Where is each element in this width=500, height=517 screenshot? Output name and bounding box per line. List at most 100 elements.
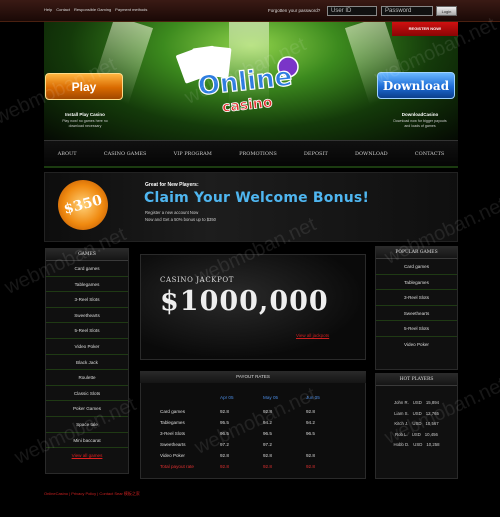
play-button[interactable]: Play — [45, 73, 123, 100]
player-currency: USD — [413, 442, 423, 447]
payout-cell: 92.8 — [263, 409, 272, 414]
popular-games-item[interactable]: 5-Reel Slots — [376, 321, 457, 337]
games-item[interactable]: Space tale — [46, 417, 128, 433]
games-panel-title: GAMES — [46, 249, 128, 261]
popular-games-item[interactable]: Card games — [376, 259, 457, 275]
payout-row: Tablegames 95.5 94.2 94.2 — [160, 418, 350, 428]
payout-cell: Tablegames — [160, 420, 185, 425]
footer-links[interactable]: OnlineCasino | Privacy Policy | Contact … — [44, 491, 140, 497]
hot-players-panel: HOT PLAYERS John R. USD 15,894 Liam S. U… — [375, 373, 458, 479]
player-amount: 12,765 — [425, 410, 439, 416]
popular-games-title: POPULAR GAMES — [376, 247, 457, 259]
payout-cell: Video Poker — [160, 453, 185, 458]
nav-casino-games[interactable]: CASINO GAMES — [104, 151, 147, 157]
popular-games-item[interactable]: Video Poker — [376, 337, 457, 353]
games-item[interactable]: Classic Slots — [46, 386, 128, 402]
payout-header-cell: Jun 05 — [306, 395, 320, 400]
popular-games-panel: POPULAR GAMES Card games Tablegames 3-Re… — [375, 246, 458, 370]
top-links: Help Contact Responsible Gaming Payment … — [44, 7, 147, 12]
player-name: Liam S. — [394, 410, 409, 416]
main-nav: ABOUT CASINO GAMES VIP PROGRAM PROMOTION… — [44, 140, 458, 168]
payout-cell: 3-Reel Slots — [160, 431, 186, 436]
player-amount: 10,456 — [424, 431, 438, 437]
user-id-input[interactable]: User ID — [327, 6, 377, 16]
games-item[interactable]: Roulette — [46, 370, 128, 386]
download-button[interactable]: Download — [377, 72, 455, 99]
hot-player-row: Rob L. USD 10,456 — [376, 430, 457, 441]
payout-cell: Card games — [160, 409, 186, 414]
promo-line: Register a new account Now — [145, 210, 199, 215]
player-name: Hobb D. — [393, 442, 410, 447]
payout-cell: Sweethearts — [160, 442, 186, 447]
hot-player-row: John R. USD 15,894 — [376, 398, 457, 409]
payout-cell: 92.8 — [220, 464, 229, 469]
payout-header-cell: Apr 05 — [220, 395, 234, 400]
payout-cell: 92.8 — [220, 453, 229, 458]
games-panel: GAMES Card games Tablegames 3-Reel Slots… — [45, 248, 129, 474]
payout-header-row: Apr 05 May 05 Jun 05 — [160, 393, 350, 403]
popular-games-item[interactable]: Sweethearts — [376, 306, 457, 322]
help-link[interactable]: Help — [44, 7, 52, 12]
install-text: Play now! no games here no download nece… — [62, 119, 108, 128]
view-all-games-link[interactable]: View all games — [46, 448, 128, 464]
games-item[interactable]: Mini baccarat — [46, 433, 128, 449]
payout-row: Sweethearts 97.2 97.2 — [160, 440, 350, 450]
player-currency: USD — [411, 431, 421, 437]
payment-methods-link[interactable]: Payment methods — [115, 7, 147, 12]
payout-rates-title: PAYOUT RATES — [140, 371, 366, 383]
download-title: DownloadCasino — [401, 112, 439, 117]
payout-cell: 92.8 — [306, 464, 315, 469]
payout-cell: 92.8 — [306, 409, 315, 414]
games-item[interactable]: Black Jack — [46, 355, 128, 371]
payout-row: Card games 92.8 92.8 92.8 — [160, 407, 350, 417]
contact-link[interactable]: Contact — [56, 7, 70, 12]
games-item[interactable]: Card games — [46, 261, 128, 277]
nav-about[interactable]: ABOUT — [58, 151, 77, 157]
games-item[interactable]: Video Poker — [46, 339, 128, 355]
player-currency: USD — [412, 421, 422, 426]
forgot-password-link[interactable]: Forgotten your password? — [268, 8, 320, 13]
payout-cell: 92.8 — [263, 464, 272, 469]
payout-header-cell: May 05 — [263, 395, 279, 400]
payout-cell: 97.2 — [263, 442, 272, 447]
games-item[interactable]: Poker Games — [46, 401, 128, 417]
online-casino-logo: Online casino — [176, 45, 299, 115]
payout-cell: 94.2 — [306, 420, 315, 425]
payout-cell: 96.5 — [263, 431, 272, 436]
nav-download[interactable]: DOWNLOAD — [355, 151, 388, 157]
payout-row: 3-Reel Slots 96.5 96.5 96.5 — [160, 429, 350, 439]
password-input[interactable]: Password — [381, 6, 433, 16]
games-item[interactable]: 3-Reel Slots — [46, 292, 128, 308]
register-now-button[interactable]: REGISTER NOW! — [392, 22, 458, 36]
popular-games-item[interactable]: Tablegames — [376, 275, 457, 291]
games-item[interactable]: 5-Reel Slots — [46, 323, 128, 339]
nav-contacts[interactable]: CONTACTS — [415, 151, 445, 157]
nav-deposit[interactable]: DEPOSIT — [304, 151, 328, 157]
payout-cell: Total payout rate — [160, 464, 194, 469]
player-currency: USD — [412, 410, 422, 416]
hot-player-row: Liam S. USD 12,765 — [376, 409, 457, 420]
player-currency: USD — [412, 400, 422, 405]
jackpot-label: CASINO JACKPOT — [160, 276, 235, 284]
nav-promotions[interactable]: PROMOTIONS — [239, 151, 277, 157]
popular-games-item[interactable]: 3-Reel Slots — [376, 290, 457, 306]
payout-total-row: Total payout rate 92.8 92.8 92.8 — [160, 462, 350, 472]
games-item[interactable]: Sweethearts — [46, 308, 128, 324]
payout-cell: 97.2 — [220, 442, 229, 447]
payout-cell: 92.8 — [306, 453, 315, 458]
download-text: Download now for bigger payouts and load… — [393, 119, 447, 128]
payout-cell: 92.8 — [263, 453, 272, 458]
games-item[interactable]: Tablegames — [46, 277, 128, 293]
view-jackpots-link[interactable]: View all jackpots — [296, 333, 329, 338]
payout-cell: 94.2 — [263, 420, 272, 425]
install-title: Install Play Casino — [65, 112, 105, 117]
payout-cell: 96.5 — [220, 431, 229, 436]
payout-cell: 92.8 — [220, 409, 229, 414]
player-amount: 15,894 — [425, 400, 440, 405]
promo-line: Now and Get a 50% bonus up to $350 — [145, 217, 217, 222]
login-button[interactable]: Login — [436, 6, 457, 16]
payout-cell: 95.5 — [220, 420, 229, 425]
responsible-gaming-link[interactable]: Responsible Gaming — [74, 7, 111, 12]
nav-vip-program[interactable]: VIP PROGRAM — [174, 151, 212, 157]
jackpot-amount: $1000,000 — [160, 286, 329, 317]
